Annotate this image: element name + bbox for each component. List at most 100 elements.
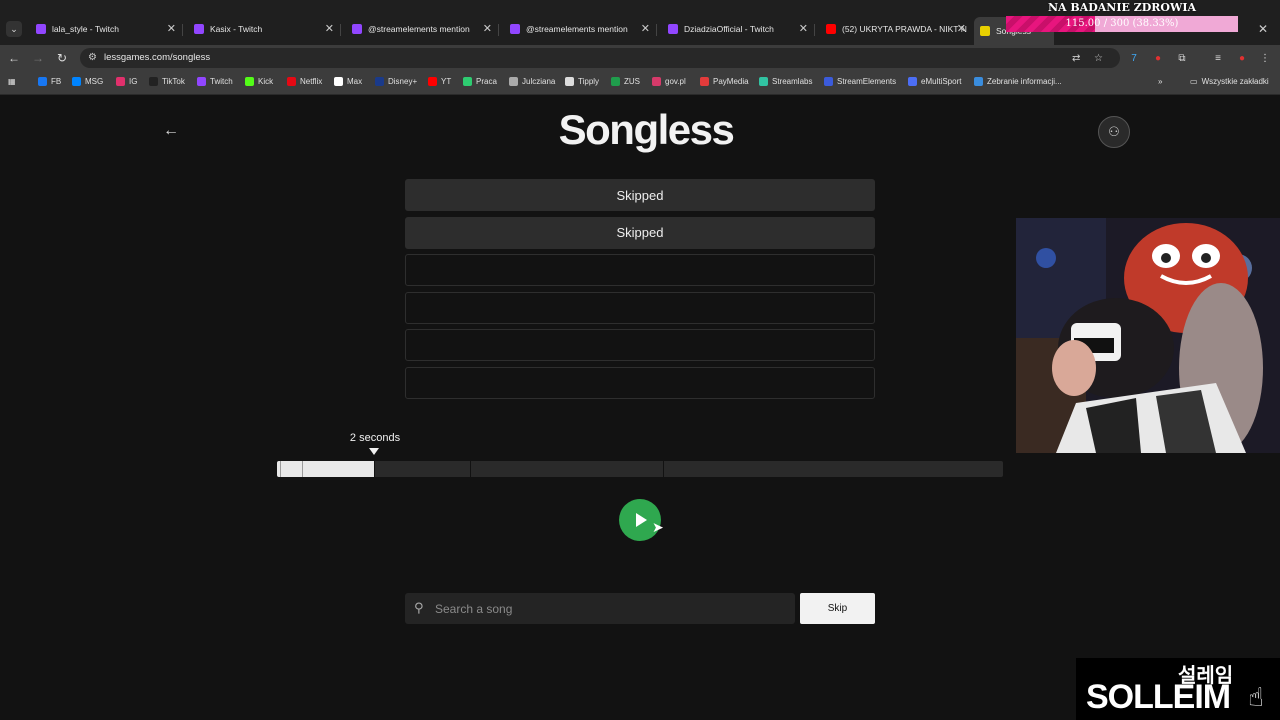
tab-divider [340, 24, 341, 36]
bookmark-label: Zebranie informacji... [987, 77, 1062, 86]
reload-icon[interactable]: ↻ [54, 50, 70, 66]
bookmark-streamelements[interactable]: StreamElements [824, 77, 896, 86]
extension-badge-icon[interactable]: ● [1150, 50, 1166, 66]
tab-divider [814, 24, 815, 36]
close-icon[interactable]: ✕ [957, 22, 966, 35]
webcam-image [1016, 218, 1280, 453]
apps-grid-icon[interactable]: ▦ [8, 77, 16, 86]
address-bar[interactable]: ⚙ lessgames.com/songless ⇄ ☆ [80, 48, 1120, 68]
tab-title: @streamelements mention [526, 24, 628, 34]
bookmark-label: StreamElements [837, 77, 897, 86]
song-search-input[interactable] [435, 593, 785, 624]
bookmark-praca[interactable]: Praca [463, 77, 497, 86]
twitch-icon [510, 24, 520, 34]
donation-title: NA BADANIE ZDROWIA [1047, 1, 1197, 14]
songless-logo: Songless [558, 106, 735, 153]
twitch-icon [668, 24, 678, 34]
bookmark-twitch[interactable]: Twitch [197, 77, 233, 86]
bookmark-streamlabs[interactable]: Streamlabs [759, 77, 812, 86]
bookmark-disney[interactable]: Disney+ [375, 77, 417, 86]
bookmark-fb[interactable]: FB [38, 77, 61, 86]
heart-hand-icon: ☝ [1248, 682, 1264, 712]
bookmark-netflix[interactable]: Netflix [287, 77, 322, 86]
bookmark-emultisport[interactable]: eMultiSport [908, 77, 961, 86]
browser-menu-icon[interactable]: ⋮ [1257, 50, 1273, 66]
forward-icon[interactable]: → [30, 50, 46, 66]
bookmark-label: Julcziana [522, 77, 556, 86]
bookmark-favicon-icon [700, 77, 709, 86]
bookmark-favicon-icon [197, 77, 206, 86]
timeline-segment-divider [280, 461, 281, 477]
donation-goal-overlay: NA BADANIE ZDROWIA 115.00 / 300 (38.33%) [1006, 0, 1238, 34]
bookmark-gov-pl[interactable]: gov.pl [652, 77, 686, 86]
bookmark-zus[interactable]: ZUS [611, 77, 640, 86]
twitch-icon [36, 24, 46, 34]
bookmark-label: Kick [258, 77, 274, 86]
close-icon[interactable]: ✕ [325, 22, 334, 35]
all-bookmarks-label: Wszystkie zakładki [1201, 77, 1269, 86]
tab-streamelements-2[interactable]: @streamelements mention ✕ [504, 19, 654, 39]
close-icon[interactable]: ✕ [167, 22, 176, 35]
bookmark-label: ZUS [624, 77, 640, 86]
audio-timeline[interactable] [277, 461, 1003, 477]
extension-icon[interactable]: 7 [1126, 50, 1142, 66]
back-arrow-icon[interactable]: ← [162, 122, 180, 140]
timeline-segment-divider [663, 461, 664, 477]
media-controls-icon[interactable]: ≡ [1210, 50, 1226, 66]
bookmark-favicon-icon [652, 77, 661, 86]
back-icon[interactable]: ← [6, 50, 22, 66]
skip-button[interactable]: Skip [800, 593, 875, 624]
bookmark-max[interactable]: Max [334, 77, 362, 86]
window-close-icon[interactable]: ✕ [1258, 22, 1268, 36]
bookmark-zebranie-informacji[interactable]: Zebranie informacji... [974, 77, 1062, 86]
profile-button[interactable]: ⚇ [1098, 116, 1130, 148]
mouse-cursor-icon: ➤ [652, 519, 664, 535]
tab-kasix[interactable]: Kasix - Twitch ✕ [188, 19, 338, 39]
folder-icon: ▭ [1190, 77, 1198, 86]
watermark-main-text: SOLLEIM [1086, 678, 1231, 716]
extensions-puzzle-icon[interactable]: ⧉ [1174, 50, 1190, 66]
bookmark-favicon-icon [334, 77, 343, 86]
bookmark-paymedia[interactable]: PayMedia [700, 77, 749, 86]
all-bookmarks-folder[interactable]: ▭ Wszystkie zakładki [1190, 77, 1269, 86]
bookmark-label: TikTok [162, 77, 185, 86]
bookmark-favicon-icon [974, 77, 983, 86]
bookmarks-bar: ▦ FB MSG IG TikTok Twitch Kick Netflix Max Disne… [0, 71, 1280, 95]
translate-icon[interactable]: ⇄ [1072, 53, 1080, 64]
bookmark-label: Streamlabs [772, 77, 813, 86]
bookmark-label: FB [51, 77, 62, 86]
profile-avatar-icon[interactable]: ● [1234, 50, 1250, 66]
bookmark-favicon-icon [428, 77, 437, 86]
tab-lala-style[interactable]: lala_style - Twitch ✕ [30, 19, 180, 39]
tab-streamelements-1[interactable]: @streamelements mention ✕ [346, 19, 496, 39]
bookmark-star-icon[interactable]: ☆ [1094, 53, 1103, 64]
more-bookmarks-icon[interactable]: » [1158, 77, 1162, 86]
close-icon[interactable]: ✕ [483, 22, 492, 35]
guess-row [405, 329, 875, 361]
tab-search-button[interactable]: ⌄ [6, 21, 22, 37]
tab-youtube[interactable]: (52) UKRYTA PRAWDA - NIKT N ✕ [820, 19, 970, 39]
bookmark-ig[interactable]: IG [116, 77, 137, 86]
bookmark-favicon-icon [611, 77, 620, 86]
close-icon[interactable]: ✕ [799, 22, 808, 35]
bookmark-yt[interactable]: YT [428, 77, 451, 86]
bookmark-tipply[interactable]: Tipply [565, 77, 599, 86]
bookmark-favicon-icon [509, 77, 518, 86]
close-icon[interactable]: ✕ [641, 22, 650, 35]
bookmark-favicon-icon [463, 77, 472, 86]
bookmark-label: Max [347, 77, 363, 86]
bookmark-label: Netflix [300, 77, 323, 86]
tab-title: DziadziaOfficial - Twitch [684, 24, 774, 34]
bookmark-favicon-icon [824, 77, 833, 86]
tab-dziadzia[interactable]: DziadziaOfficial - Twitch ✕ [662, 19, 812, 39]
bookmark-label: PayMedia [713, 77, 749, 86]
site-info-icon[interactable]: ⚙ [88, 52, 97, 63]
play-icon [636, 513, 647, 527]
bookmark-msg[interactable]: MSG [72, 77, 103, 86]
bookmark-favicon-icon [287, 77, 296, 86]
bookmark-tiktok[interactable]: TikTok [149, 77, 185, 86]
guess-row [405, 291, 875, 324]
bookmark-favicon-icon [72, 77, 81, 86]
bookmark-julcziana[interactable]: Julcziana [509, 77, 555, 86]
bookmark-kick[interactable]: Kick [245, 77, 273, 86]
